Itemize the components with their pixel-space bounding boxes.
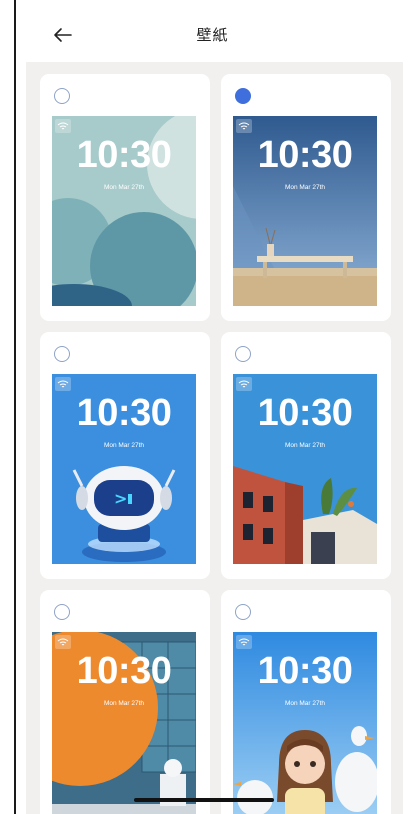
wallpaper-card-3[interactable]: > 10:30 Mon Mar 27th [40,332,210,579]
wifi-icon [236,377,252,391]
app-screen: 壁紙 10:30 Mon Mar 27th 10:30 Mon Mar 27th… [14,0,409,814]
clock-time: 10:30 [257,650,353,692]
wallpaper-card-4[interactable]: 10:30 Mon Mar 27th [221,332,391,579]
radio-button[interactable] [54,604,70,620]
wallpaper-card-2[interactable]: 10:30 Mon Mar 27th [221,74,391,321]
radio-button[interactable] [54,346,70,362]
clock-time: 10:30 [257,134,353,176]
radio-button[interactable] [54,88,70,104]
header: 壁紙 [16,0,409,66]
wallpaper-card-5[interactable]: 10:30 Mon Mar 27th [40,590,210,814]
clock-date: Mon Mar 27th [103,442,145,449]
clock-time: 10:30 [76,650,172,692]
clock-date: Mon Mar 27th [103,700,145,707]
wifi-icon [55,119,71,133]
wifi-icon [236,635,252,649]
clock-date: Mon Mar 27th [103,184,145,191]
clock-date: Mon Mar 27th [284,184,326,191]
wallpaper-grid: 10:30 Mon Mar 27th 10:30 Mon Mar 27th > … [26,62,403,814]
page-title: 壁紙 [196,27,229,44]
wifi-icon [236,119,252,133]
wifi-icon [55,635,71,649]
clock-time: 10:30 [76,392,172,434]
wallpaper-preview: 10:30 Mon Mar 27th [233,116,377,306]
radio-button[interactable] [235,604,251,620]
radio-button[interactable] [235,346,251,362]
wifi-icon [55,377,71,391]
svg-text:>: > [114,489,127,508]
wallpaper-preview: > 10:30 Mon Mar 27th [52,374,196,564]
wallpaper-preview: 10:30 Mon Mar 27th [233,374,377,564]
wallpaper-preview: 10:30 Mon Mar 27th [52,632,196,814]
wallpaper-card-1[interactable]: 10:30 Mon Mar 27th [40,74,210,321]
home-indicator [134,798,274,802]
clock-time: 10:30 [76,134,172,176]
clock-date: Mon Mar 27th [284,700,326,707]
wallpaper-preview: 10:30 Mon Mar 27th [233,632,377,814]
radio-button-selected[interactable] [235,88,251,104]
wallpaper-preview: 10:30 Mon Mar 27th [52,116,196,306]
clock-time: 10:30 [257,392,353,434]
clock-date: Mon Mar 27th [284,442,326,449]
wallpaper-card-6[interactable]: 10:30 Mon Mar 27th [221,590,391,814]
